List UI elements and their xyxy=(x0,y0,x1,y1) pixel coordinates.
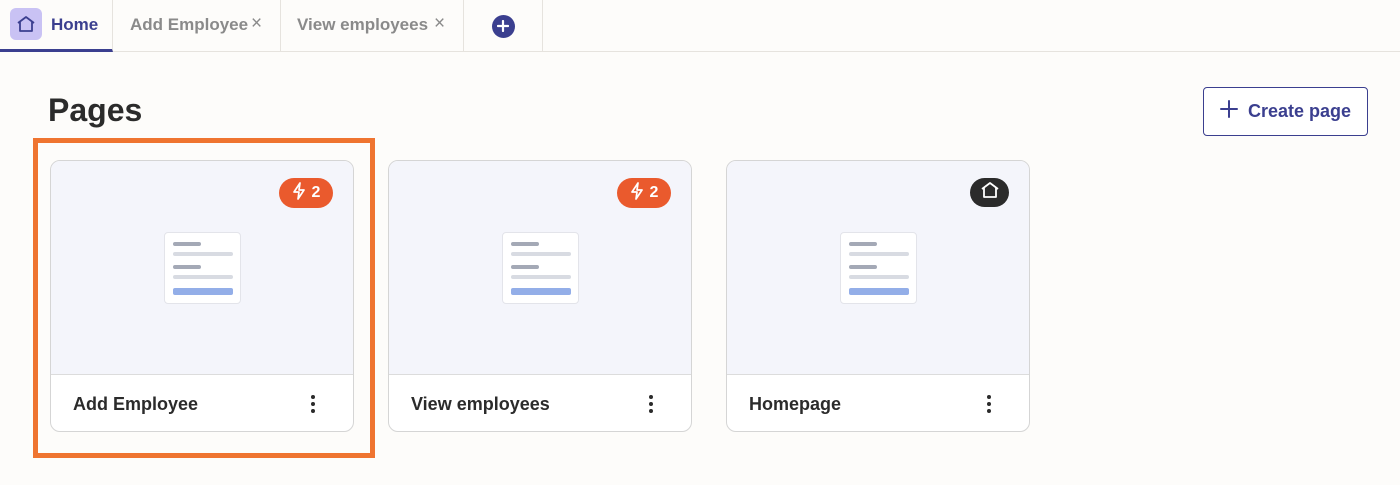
page-preview: 2 xyxy=(389,161,691,375)
home-icon xyxy=(980,181,1000,204)
page-card-homepage[interactable]: Homepage xyxy=(726,160,1030,432)
badge-count: 2 xyxy=(311,184,321,201)
document-thumbnail-icon xyxy=(164,232,241,304)
card-footer: Homepage xyxy=(727,376,1029,431)
create-page-label: Create page xyxy=(1247,101,1352,121)
page-card-add-employee[interactable]: 2 Add Employee xyxy=(50,160,354,432)
close-icon[interactable]: × xyxy=(434,13,445,35)
page-name: View employees xyxy=(411,394,550,414)
page-title: Pages xyxy=(48,92,143,128)
more-options-icon[interactable] xyxy=(301,392,325,416)
more-options-icon[interactable] xyxy=(977,392,1001,416)
workflow-badge: 2 xyxy=(617,178,671,208)
lightning-icon xyxy=(630,181,644,205)
plus-icon xyxy=(491,14,515,38)
new-tab-button[interactable] xyxy=(464,0,543,52)
close-icon[interactable]: × xyxy=(251,13,262,35)
page-name: Add Employee xyxy=(73,394,199,414)
lightning-icon xyxy=(292,181,306,205)
tab-view-employees[interactable]: View employees × xyxy=(281,0,464,52)
document-thumbnail-icon xyxy=(840,232,917,304)
page-preview xyxy=(727,161,1029,375)
card-footer: Add Employee xyxy=(51,376,353,431)
home-icon xyxy=(10,8,42,40)
homepage-badge xyxy=(970,178,1009,207)
card-footer: View employees xyxy=(389,376,691,431)
tab-add-employee[interactable]: Add Employee × xyxy=(113,0,281,52)
page-preview: 2 xyxy=(51,161,353,375)
more-options-icon[interactable] xyxy=(639,392,663,416)
tab-label: Add Employee xyxy=(130,15,249,34)
create-page-button[interactable]: Create page xyxy=(1203,87,1368,136)
document-thumbnail-icon xyxy=(502,232,579,304)
workflow-badge: 2 xyxy=(279,178,333,208)
plus-icon xyxy=(1219,100,1238,123)
tab-home[interactable]: Home xyxy=(0,0,113,52)
tab-label: View employees xyxy=(297,15,429,34)
page-name: Homepage xyxy=(749,394,842,414)
badge-count: 2 xyxy=(649,184,659,201)
tab-bar: Home Add Employee × View employees × xyxy=(0,0,1400,52)
tab-label: Home xyxy=(51,15,99,34)
page-card-view-employees[interactable]: 2 View employees xyxy=(388,160,692,432)
